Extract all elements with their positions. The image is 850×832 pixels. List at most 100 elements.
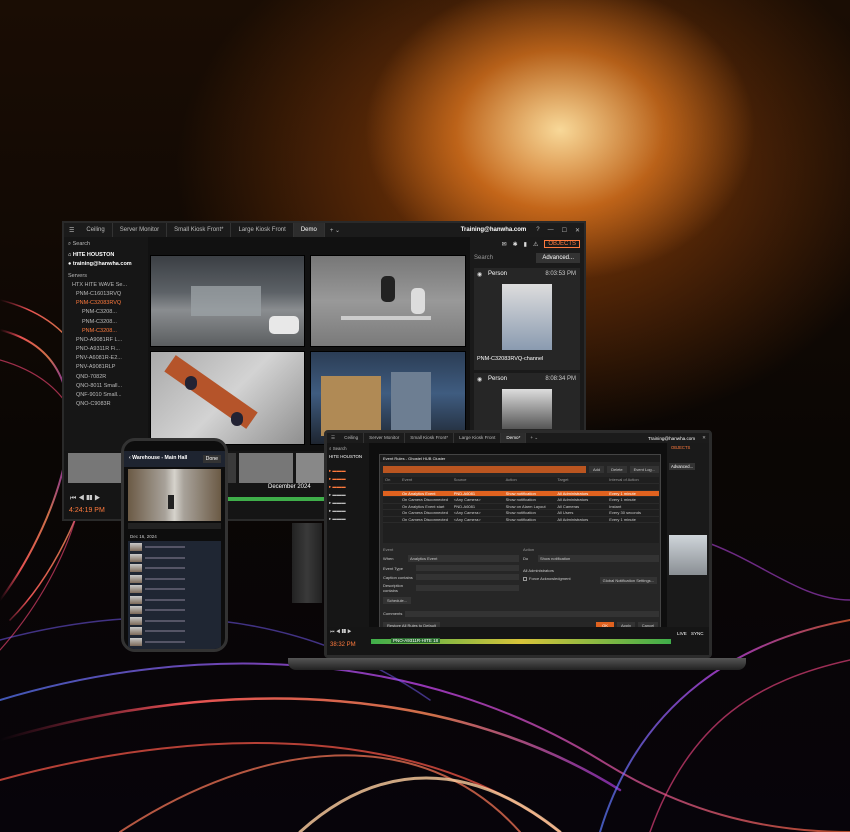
bookmark-icon[interactable]: ▮ [524, 241, 527, 248]
all-admins-target[interactable]: All Administrators [523, 568, 659, 573]
list-item[interactable] [130, 564, 219, 573]
tree-item[interactable]: HTX HITE WAVE Se... [68, 281, 144, 290]
menu-icon[interactable]: ☰ [64, 227, 79, 234]
tree-item[interactable]: PNO-A9081RF L... [68, 336, 144, 345]
rule-filter-input[interactable] [383, 466, 586, 473]
event-type-select[interactable] [416, 565, 519, 571]
close-icon[interactable]: ✕ [699, 435, 709, 441]
tab-ceiling[interactable]: Ceiling [339, 433, 365, 443]
add-tab-icon[interactable]: + ⌄ [325, 227, 345, 234]
marketing-composite: ☰ Ceiling Server Monitor Small Kiosk Fro… [0, 0, 850, 832]
tree-item[interactable]: PNO-A9311R Fi... [68, 345, 144, 354]
caption-input[interactable] [416, 574, 519, 580]
account-name[interactable]: ● training@hanwha.com [68, 260, 144, 269]
add-tab-icon[interactable]: + ⌄ [526, 435, 542, 441]
when-select[interactable]: Analytics Event [408, 555, 519, 562]
comments-label: Comments [383, 611, 403, 616]
tree-item[interactable]: PNM-C3208... [68, 318, 144, 327]
list-item[interactable] [130, 574, 219, 583]
force-ack-checkbox[interactable] [523, 576, 527, 581]
tab-server-monitor[interactable]: Server Monitor [364, 433, 406, 443]
user-menu[interactable]: Training@hanwha.com [455, 227, 533, 233]
tree-item[interactable]: PNM-C32083RVQ [68, 299, 144, 308]
tab-server-monitor[interactable]: Server Monitor [113, 223, 168, 237]
done-button[interactable]: Done [202, 455, 221, 463]
sync-button[interactable]: SYNC [691, 631, 704, 636]
tree-item[interactable]: QND-7082R [68, 373, 144, 382]
list-item[interactable] [130, 606, 219, 615]
notifications-icon[interactable]: ✉ [502, 241, 507, 248]
add-rule-button[interactable]: Add [588, 466, 605, 473]
minimize-icon[interactable]: — [544, 227, 558, 233]
phone-controls[interactable] [128, 523, 221, 529]
tree-item[interactable]: QNF-9010 Small... [68, 391, 144, 400]
tree-item[interactable]: PNV-A6081R-E2... [68, 354, 144, 363]
camera-tile-garage[interactable] [150, 255, 305, 347]
table-row[interactable] [383, 484, 659, 491]
description-input[interactable] [416, 585, 519, 591]
tree-item[interactable]: PNM-C3208... [68, 308, 144, 317]
tree-item[interactable]: PNM-C3208... [68, 327, 144, 336]
search-input[interactable]: ⌕ Search [68, 240, 144, 249]
tab-large-kiosk-front[interactable]: Large Kiosk Front [454, 433, 502, 443]
list-item[interactable] [130, 595, 219, 604]
list-item[interactable] [130, 585, 219, 594]
tree-item[interactable]: ▸ ▬▬▬ [329, 507, 367, 515]
warning-icon[interactable]: ⚠ [533, 241, 538, 248]
objects-tab[interactable]: OBJECTS [671, 445, 690, 450]
tab-ceiling[interactable]: Ceiling [79, 223, 113, 237]
tab-large-kiosk-front[interactable]: Large Kiosk Front [231, 223, 294, 237]
panel-search-input[interactable]: Search [474, 255, 536, 261]
clock: 4:24:19 PM [69, 507, 105, 514]
motion-icon[interactable]: ✱ [513, 241, 518, 248]
list-item[interactable] [130, 637, 219, 646]
event-section-label: Event [383, 547, 394, 552]
tree-item[interactable]: PNV-A9081RLP [68, 363, 144, 372]
list-item[interactable] [130, 616, 219, 625]
objects-tab[interactable]: OBJECTS [544, 240, 580, 248]
servers-header[interactable]: Servers [68, 272, 144, 281]
tree-item[interactable]: ▸ ▬▬▬ [329, 499, 367, 507]
action-select[interactable]: Show notification [538, 555, 659, 562]
user-menu[interactable]: Training@hanwha.com [644, 436, 699, 441]
event-rules-dialog: Event Rules - Ghostel HUB Cluster Add De… [379, 454, 661, 632]
tree-item[interactable]: ▸ ▬▬▬ [329, 491, 367, 499]
tree-item[interactable]: ▸ ▬▬▬ [329, 515, 367, 523]
playback-controls[interactable]: ⏮ ◀ ❚❚ ▶ [330, 629, 352, 635]
comments-input[interactable] [405, 611, 659, 617]
advanced-button[interactable]: Advanced... [669, 463, 696, 470]
result-card[interactable]: ◉ Person 8:08:34 PM [474, 373, 580, 433]
site-name[interactable]: ⌂ HITE HOUSTON [68, 251, 144, 260]
close-icon[interactable]: ✕ [571, 227, 584, 234]
list-item[interactable] [130, 553, 219, 562]
tree-item[interactable]: ▸ ▬▬▬ [329, 467, 367, 475]
tree-item[interactable]: QNO-C9083R [68, 400, 144, 409]
live-button[interactable]: LIVE [677, 631, 687, 636]
tab-demo[interactable]: Demo* [501, 433, 527, 443]
tree-item[interactable]: ▸ ▬▬▬ [329, 483, 367, 491]
maximize-icon[interactable]: ☐ [558, 227, 571, 234]
delete-rule-button[interactable]: Delete [607, 466, 627, 473]
tree-item[interactable]: PNM-C16013RVQ [68, 290, 144, 299]
result-card[interactable]: ◉ Person 8:03:53 PM PNM-C32083RVQ-channe… [474, 268, 580, 370]
table-row[interactable]: On Camera Disconnected <Any Camera> Show… [383, 517, 659, 523]
list-item[interactable] [130, 543, 219, 552]
camera-tile-reception[interactable] [150, 351, 305, 445]
camera-tile-turnstile[interactable] [310, 255, 466, 347]
event-log-button[interactable]: Event Log... [629, 466, 659, 473]
menu-icon[interactable]: ☰ [327, 435, 339, 441]
list-item[interactable] [130, 627, 219, 636]
tree-item[interactable]: QNO-8011 Small... [68, 382, 144, 391]
global-settings-button[interactable]: Global Notification Settings... [599, 577, 657, 584]
site-name[interactable]: HITE HOUSTON [329, 453, 367, 461]
search-input[interactable]: ⌕ Search [329, 445, 367, 453]
schedule-button[interactable]: Schedule... [383, 597, 412, 604]
tree-item[interactable]: ▸ ▬▬▬ [329, 475, 367, 483]
tab-small-kiosk-front[interactable]: Small Kiosk Front* [167, 223, 232, 237]
phone-video[interactable] [128, 469, 221, 521]
tab-demo[interactable]: Demo [293, 223, 325, 237]
tab-small-kiosk-front[interactable]: Small Kiosk Front* [405, 433, 455, 443]
help-icon[interactable]: ? [532, 227, 543, 233]
advanced-button[interactable]: Advanced... [536, 253, 580, 263]
playback-controls[interactable]: ⏮ ◀ ❚❚ ▶ [70, 495, 100, 503]
